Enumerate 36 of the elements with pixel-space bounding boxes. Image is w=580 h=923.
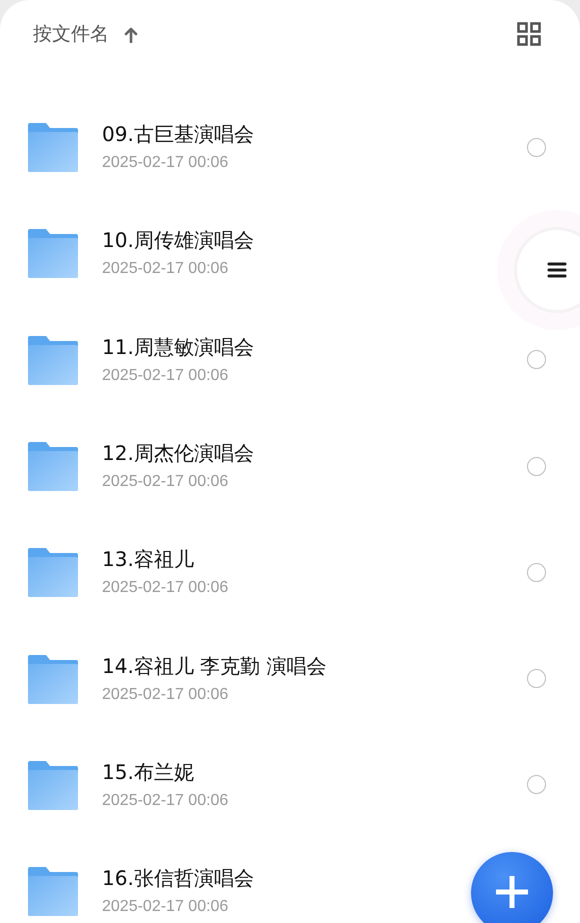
folder-icon	[27, 334, 79, 385]
select-radio[interactable]	[527, 669, 546, 688]
select-radio[interactable]	[527, 456, 546, 476]
select-radio[interactable]	[527, 775, 546, 794]
folder-name[interactable]: 14.容祖儿 李克勤 演唱会	[102, 652, 327, 679]
modified-date: 2025-02-17 00:06	[102, 153, 228, 174]
folder-icon	[27, 122, 79, 172]
folder-name[interactable]: 13.容祖儿	[102, 546, 194, 572]
folder-name[interactable]: 12.周杰伦演唱会	[102, 440, 254, 466]
arrow-icon[interactable]	[124, 26, 138, 42]
folder-icon	[27, 228, 79, 278]
add-button[interactable]	[471, 852, 553, 923]
modified-date: 2025-02-17 00:06	[102, 578, 228, 598]
menu-icon[interactable]	[547, 261, 567, 279]
modified-date: 2025-02-17 00:06	[102, 366, 228, 386]
folder-icon	[27, 760, 79, 810]
grid-view-icon[interactable]	[517, 22, 541, 46]
folder-name[interactable]: 11.周慧敏演唱会	[102, 334, 254, 360]
folder-name[interactable]: 09.古巨基演唱会	[102, 121, 254, 148]
select-radio[interactable]	[527, 350, 546, 370]
modified-date: 2025-02-17 00:06	[102, 472, 228, 492]
select-radio[interactable]	[527, 562, 546, 582]
folder-icon	[27, 547, 79, 598]
folder-name[interactable]: 10.周传雄演唱会	[102, 227, 254, 254]
modified-date: 2025-02-17 00:06	[102, 897, 228, 918]
select-radio[interactable]	[527, 138, 546, 157]
folder-name[interactable]: 15.布兰妮	[102, 758, 194, 785]
folder-icon	[27, 866, 79, 916]
modified-date: 2025-02-17 00:06	[102, 259, 228, 280]
modified-date: 2025-02-17 00:06	[102, 790, 228, 811]
folder-icon	[27, 654, 79, 704]
folder-icon	[27, 441, 79, 492]
folder-name[interactable]: 16.张信哲演唱会	[102, 865, 254, 892]
sort-label[interactable]: 按文件名	[33, 21, 109, 47]
plus-icon	[494, 874, 530, 910]
modified-date: 2025-02-17 00:06	[102, 684, 228, 705]
